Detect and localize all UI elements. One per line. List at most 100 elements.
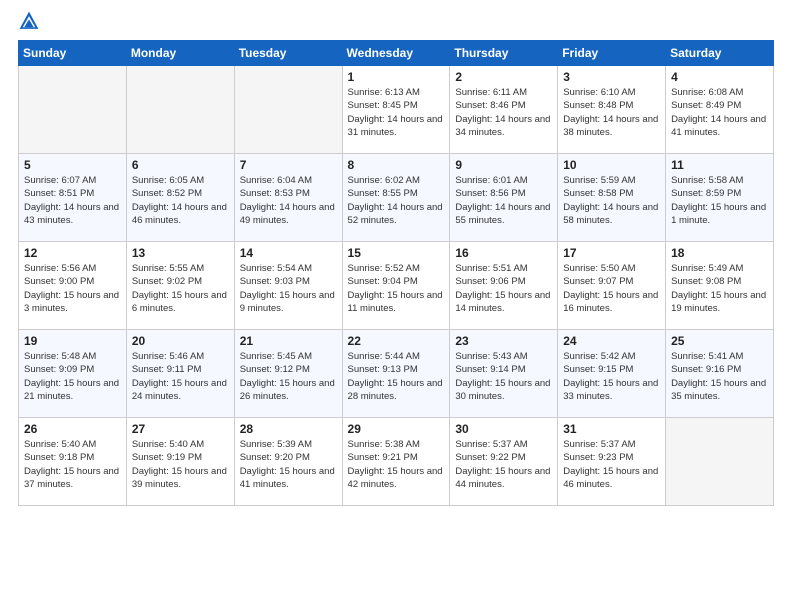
day-number: 25 [671,334,768,348]
day-number: 12 [24,246,121,260]
calendar-cell: 6 Sunrise: 6:05 AM Sunset: 8:52 PM Daylig… [126,154,234,242]
calendar-cell: 25 Sunrise: 5:41 AM Sunset: 9:16 PM Dayli… [666,330,774,418]
day-number: 5 [24,158,121,172]
week-row-4: 19 Sunrise: 5:48 AM Sunset: 9:09 PM Dayli… [19,330,774,418]
calendar-cell [234,66,342,154]
day-number: 24 [563,334,660,348]
day-info: Sunrise: 5:37 AM Sunset: 9:23 PM Dayligh… [563,438,660,491]
col-header-sunday: Sunday [19,41,127,66]
day-info: Sunrise: 5:42 AM Sunset: 9:15 PM Dayligh… [563,350,660,403]
calendar-cell: 22 Sunrise: 5:44 AM Sunset: 9:13 PM Dayli… [342,330,450,418]
day-number: 22 [348,334,445,348]
calendar-cell: 27 Sunrise: 5:40 AM Sunset: 9:19 PM Dayli… [126,418,234,506]
day-info: Sunrise: 5:58 AM Sunset: 8:59 PM Dayligh… [671,174,768,227]
logo-icon [18,10,40,32]
calendar-cell: 10 Sunrise: 5:59 AM Sunset: 8:58 PM Dayli… [558,154,666,242]
week-row-5: 26 Sunrise: 5:40 AM Sunset: 9:18 PM Dayli… [19,418,774,506]
calendar-cell: 5 Sunrise: 6:07 AM Sunset: 8:51 PM Daylig… [19,154,127,242]
day-info: Sunrise: 5:48 AM Sunset: 9:09 PM Dayligh… [24,350,121,403]
day-number: 18 [671,246,768,260]
day-number: 10 [563,158,660,172]
calendar-cell: 16Sunrise: 5:51 AM Sunset: 9:06 PM Dayli… [450,242,558,330]
day-info: Sunrise: 5:45 AM Sunset: 9:12 PM Dayligh… [240,350,337,403]
calendar-cell: 8 Sunrise: 6:02 AM Sunset: 8:55 PM Daylig… [342,154,450,242]
logo [18,10,44,32]
day-number: 1 [348,70,445,84]
day-number: 11 [671,158,768,172]
calendar-cell: 19 Sunrise: 5:48 AM Sunset: 9:09 PM Dayli… [19,330,127,418]
day-info: Sunrise: 5:38 AM Sunset: 9:21 PM Dayligh… [348,438,445,491]
day-info: Sunrise: 5:50 AM Sunset: 9:07 PM Dayligh… [563,262,660,315]
calendar-cell: 12 Sunrise: 5:56 AM Sunset: 9:00 PM Dayli… [19,242,127,330]
calendar-cell: 21Sunrise: 5:45 AM Sunset: 9:12 PM Dayli… [234,330,342,418]
page: SundayMondayTuesdayWednesdayThursdayFrid… [0,0,792,612]
calendar-cell: 23 Sunrise: 5:43 AM Sunset: 9:14 PM Dayli… [450,330,558,418]
day-info: Sunrise: 5:43 AM Sunset: 9:14 PM Dayligh… [455,350,552,403]
calendar-cell [126,66,234,154]
calendar-header-row: SundayMondayTuesdayWednesdayThursdayFrid… [19,41,774,66]
header [18,10,774,32]
day-info: Sunrise: 5:55 AM Sunset: 9:02 PM Dayligh… [132,262,229,315]
day-number: 28 [240,422,337,436]
calendar-cell [666,418,774,506]
calendar-cell: 20Sunrise: 5:46 AM Sunset: 9:11 PM Dayli… [126,330,234,418]
calendar-cell: 11 Sunrise: 5:58 AM Sunset: 8:59 PM Dayli… [666,154,774,242]
day-number: 17 [563,246,660,260]
calendar-cell: 18 Sunrise: 5:49 AM Sunset: 9:08 PM Dayli… [666,242,774,330]
col-header-monday: Monday [126,41,234,66]
calendar-cell: 29 Sunrise: 5:38 AM Sunset: 9:21 PM Dayli… [342,418,450,506]
day-info: Sunrise: 5:56 AM Sunset: 9:00 PM Dayligh… [24,262,121,315]
day-number: 3 [563,70,660,84]
day-number: 6 [132,158,229,172]
calendar-cell: 28 Sunrise: 5:39 AM Sunset: 9:20 PM Dayli… [234,418,342,506]
day-info: Sunrise: 5:51 AM Sunset: 9:06 PM Dayligh… [455,262,552,315]
day-number: 29 [348,422,445,436]
day-info: Sunrise: 5:49 AM Sunset: 9:08 PM Dayligh… [671,262,768,315]
calendar-cell: 9Sunrise: 6:01 AM Sunset: 8:56 PM Daylig… [450,154,558,242]
calendar-cell: 2Sunrise: 6:11 AM Sunset: 8:46 PM Daylig… [450,66,558,154]
day-number: 23 [455,334,552,348]
day-number: 9 [455,158,552,172]
calendar-cell: 7Sunrise: 6:04 AM Sunset: 8:53 PM Daylig… [234,154,342,242]
day-info: Sunrise: 5:46 AM Sunset: 9:11 PM Dayligh… [132,350,229,403]
col-header-wednesday: Wednesday [342,41,450,66]
calendar-cell: 15 Sunrise: 5:52 AM Sunset: 9:04 PM Dayli… [342,242,450,330]
day-number: 31 [563,422,660,436]
day-info: Sunrise: 5:54 AM Sunset: 9:03 PM Dayligh… [240,262,337,315]
day-info: Sunrise: 5:40 AM Sunset: 9:18 PM Dayligh… [24,438,121,491]
day-number: 13 [132,246,229,260]
day-number: 14 [240,246,337,260]
col-header-saturday: Saturday [666,41,774,66]
day-info: Sunrise: 6:05 AM Sunset: 8:52 PM Dayligh… [132,174,229,227]
day-number: 15 [348,246,445,260]
calendar-cell: 13 Sunrise: 5:55 AM Sunset: 9:02 PM Dayli… [126,242,234,330]
week-row-2: 5 Sunrise: 6:07 AM Sunset: 8:51 PM Daylig… [19,154,774,242]
calendar-cell: 31 Sunrise: 5:37 AM Sunset: 9:23 PM Dayli… [558,418,666,506]
day-info: Sunrise: 6:13 AM Sunset: 8:45 PM Dayligh… [348,86,445,139]
day-info: Sunrise: 6:08 AM Sunset: 8:49 PM Dayligh… [671,86,768,139]
week-row-3: 12 Sunrise: 5:56 AM Sunset: 9:00 PM Dayli… [19,242,774,330]
calendar-cell: 3 Sunrise: 6:10 AM Sunset: 8:48 PM Daylig… [558,66,666,154]
col-header-thursday: Thursday [450,41,558,66]
day-info: Sunrise: 5:37 AM Sunset: 9:22 PM Dayligh… [455,438,552,491]
day-number: 27 [132,422,229,436]
day-number: 26 [24,422,121,436]
day-info: Sunrise: 5:44 AM Sunset: 9:13 PM Dayligh… [348,350,445,403]
day-info: Sunrise: 6:10 AM Sunset: 8:48 PM Dayligh… [563,86,660,139]
calendar: SundayMondayTuesdayWednesdayThursdayFrid… [18,40,774,506]
day-info: Sunrise: 5:39 AM Sunset: 9:20 PM Dayligh… [240,438,337,491]
day-info: Sunrise: 6:07 AM Sunset: 8:51 PM Dayligh… [24,174,121,227]
day-info: Sunrise: 5:52 AM Sunset: 9:04 PM Dayligh… [348,262,445,315]
day-info: Sunrise: 6:02 AM Sunset: 8:55 PM Dayligh… [348,174,445,227]
calendar-cell: 24 Sunrise: 5:42 AM Sunset: 9:15 PM Dayli… [558,330,666,418]
col-header-friday: Friday [558,41,666,66]
day-number: 19 [24,334,121,348]
day-number: 4 [671,70,768,84]
day-info: Sunrise: 5:40 AM Sunset: 9:19 PM Dayligh… [132,438,229,491]
day-info: Sunrise: 5:59 AM Sunset: 8:58 PM Dayligh… [563,174,660,227]
day-info: Sunrise: 6:04 AM Sunset: 8:53 PM Dayligh… [240,174,337,227]
day-number: 8 [348,158,445,172]
calendar-cell: 26 Sunrise: 5:40 AM Sunset: 9:18 PM Dayli… [19,418,127,506]
calendar-cell [19,66,127,154]
day-info: Sunrise: 5:41 AM Sunset: 9:16 PM Dayligh… [671,350,768,403]
